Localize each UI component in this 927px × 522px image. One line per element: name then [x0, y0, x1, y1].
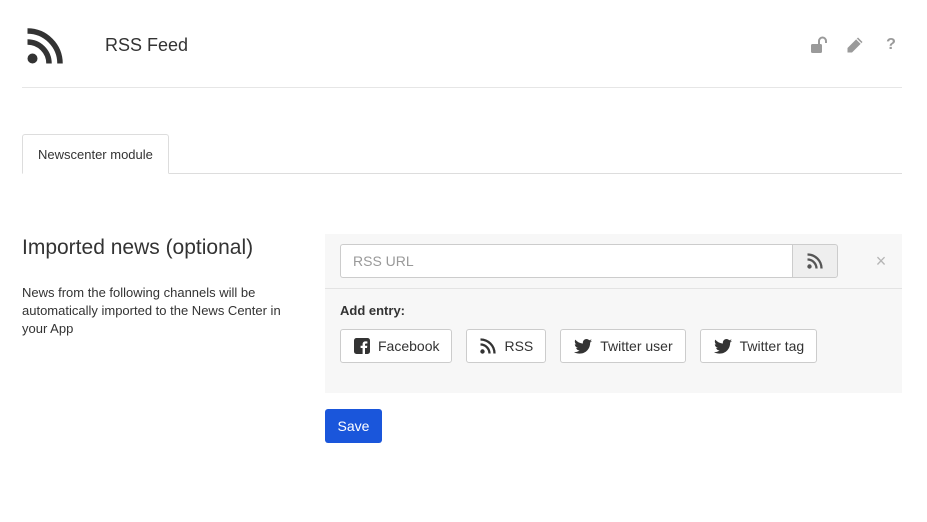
section-description: News from the following channels will be…	[22, 285, 281, 336]
page-header: RSS Feed ?	[22, 0, 902, 88]
twitter-icon	[574, 338, 593, 354]
pencil-icon[interactable]	[844, 34, 866, 56]
add-entry-label: Add entry:	[340, 303, 405, 318]
remove-entry-button[interactable]: ×	[873, 251, 889, 271]
page-title: RSS Feed	[105, 35, 189, 55]
add-twitter-tag-button[interactable]: Twitter tag	[699, 329, 818, 363]
twitter-user-label: Twitter user	[600, 338, 673, 354]
add-rss-button[interactable]: RSS	[466, 329, 547, 363]
feed-entry-row: ×	[325, 234, 902, 289]
question-icon[interactable]: ?	[880, 34, 902, 56]
facebook-icon	[354, 338, 370, 354]
rss-label: RSS	[504, 338, 534, 354]
rss-url-input[interactable]	[340, 244, 794, 278]
unlock-icon[interactable]	[808, 34, 830, 56]
add-facebook-button[interactable]: Facebook	[340, 329, 453, 363]
rss-icon	[27, 28, 63, 64]
header-actions: ?	[794, 34, 902, 56]
imported-news-panel: × Add entry: Facebook RSS	[325, 234, 902, 393]
rss-icon	[792, 244, 838, 278]
facebook-label: Facebook	[378, 338, 440, 354]
rss-icon	[480, 338, 497, 354]
save-button[interactable]: Save	[325, 409, 382, 443]
question-glyph: ?	[886, 36, 896, 53]
twitter-tag-label: Twitter tag	[739, 338, 805, 354]
tab-newscenter-module[interactable]: Newscenter module	[22, 134, 169, 174]
add-twitter-user-button[interactable]: Twitter user	[560, 329, 686, 363]
add-entry-buttons: Facebook RSS Twitter user Twitter tag	[340, 329, 831, 363]
tab-bar: Newscenter module	[22, 134, 902, 174]
twitter-icon	[713, 338, 732, 354]
section-title: Imported news (optional)	[22, 236, 254, 259]
